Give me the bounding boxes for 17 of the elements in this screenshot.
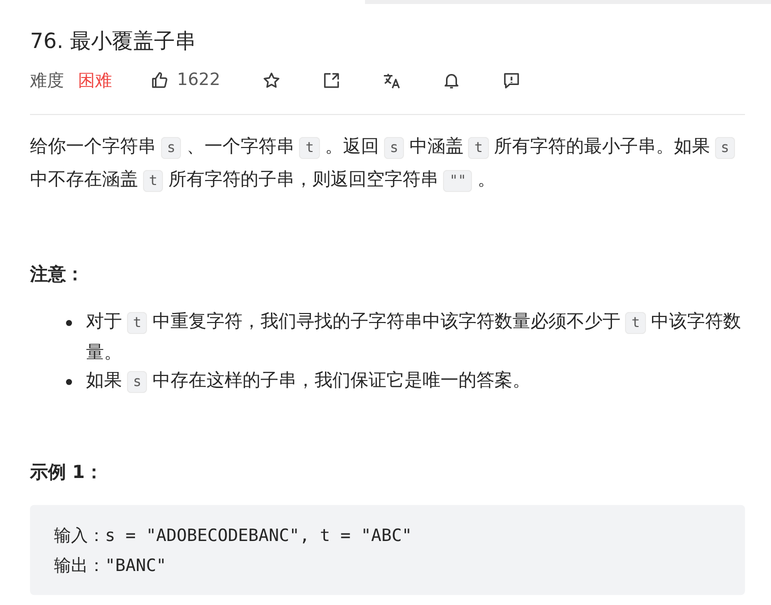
problem-description: 给你一个字符串 s 、一个字符串 t 。返回 s 中涵盖 t 所有字符的最小子串。如果 s 中不存在涵盖 t 所有字符的子串，则返回空字符串 "" 。 [30, 131, 745, 197]
difficulty-value: 困难 [78, 70, 112, 92]
note-item: 对于 t 中重复字符，我们寻找的子字符串中该字符数量必须不少于 t 中该字符数量。 [86, 310, 742, 365]
problem-title: 76. 最小覆盖子串 [30, 28, 198, 54]
example-line: 输入：s = "ADOBECODEBANC", t = "ABC" [54, 525, 414, 548]
note-heading: 注意： [30, 263, 85, 287]
star-icon[interactable] [262, 70, 282, 90]
share-icon[interactable] [322, 70, 342, 90]
bullet-icon [66, 320, 72, 326]
example-line: 输出："BANC" [54, 555, 168, 578]
bullet-icon [66, 379, 72, 385]
feedback-icon[interactable] [502, 70, 522, 90]
thumbs-up-icon [150, 70, 169, 90]
note-item: 如果 s 中存在这样的子串，我们保证它是唯一的答案。 [86, 369, 532, 395]
example-heading: 示例 1： [30, 461, 104, 485]
like-button[interactable]: 1622 [150, 70, 220, 90]
difficulty-label: 难度 [30, 70, 64, 92]
